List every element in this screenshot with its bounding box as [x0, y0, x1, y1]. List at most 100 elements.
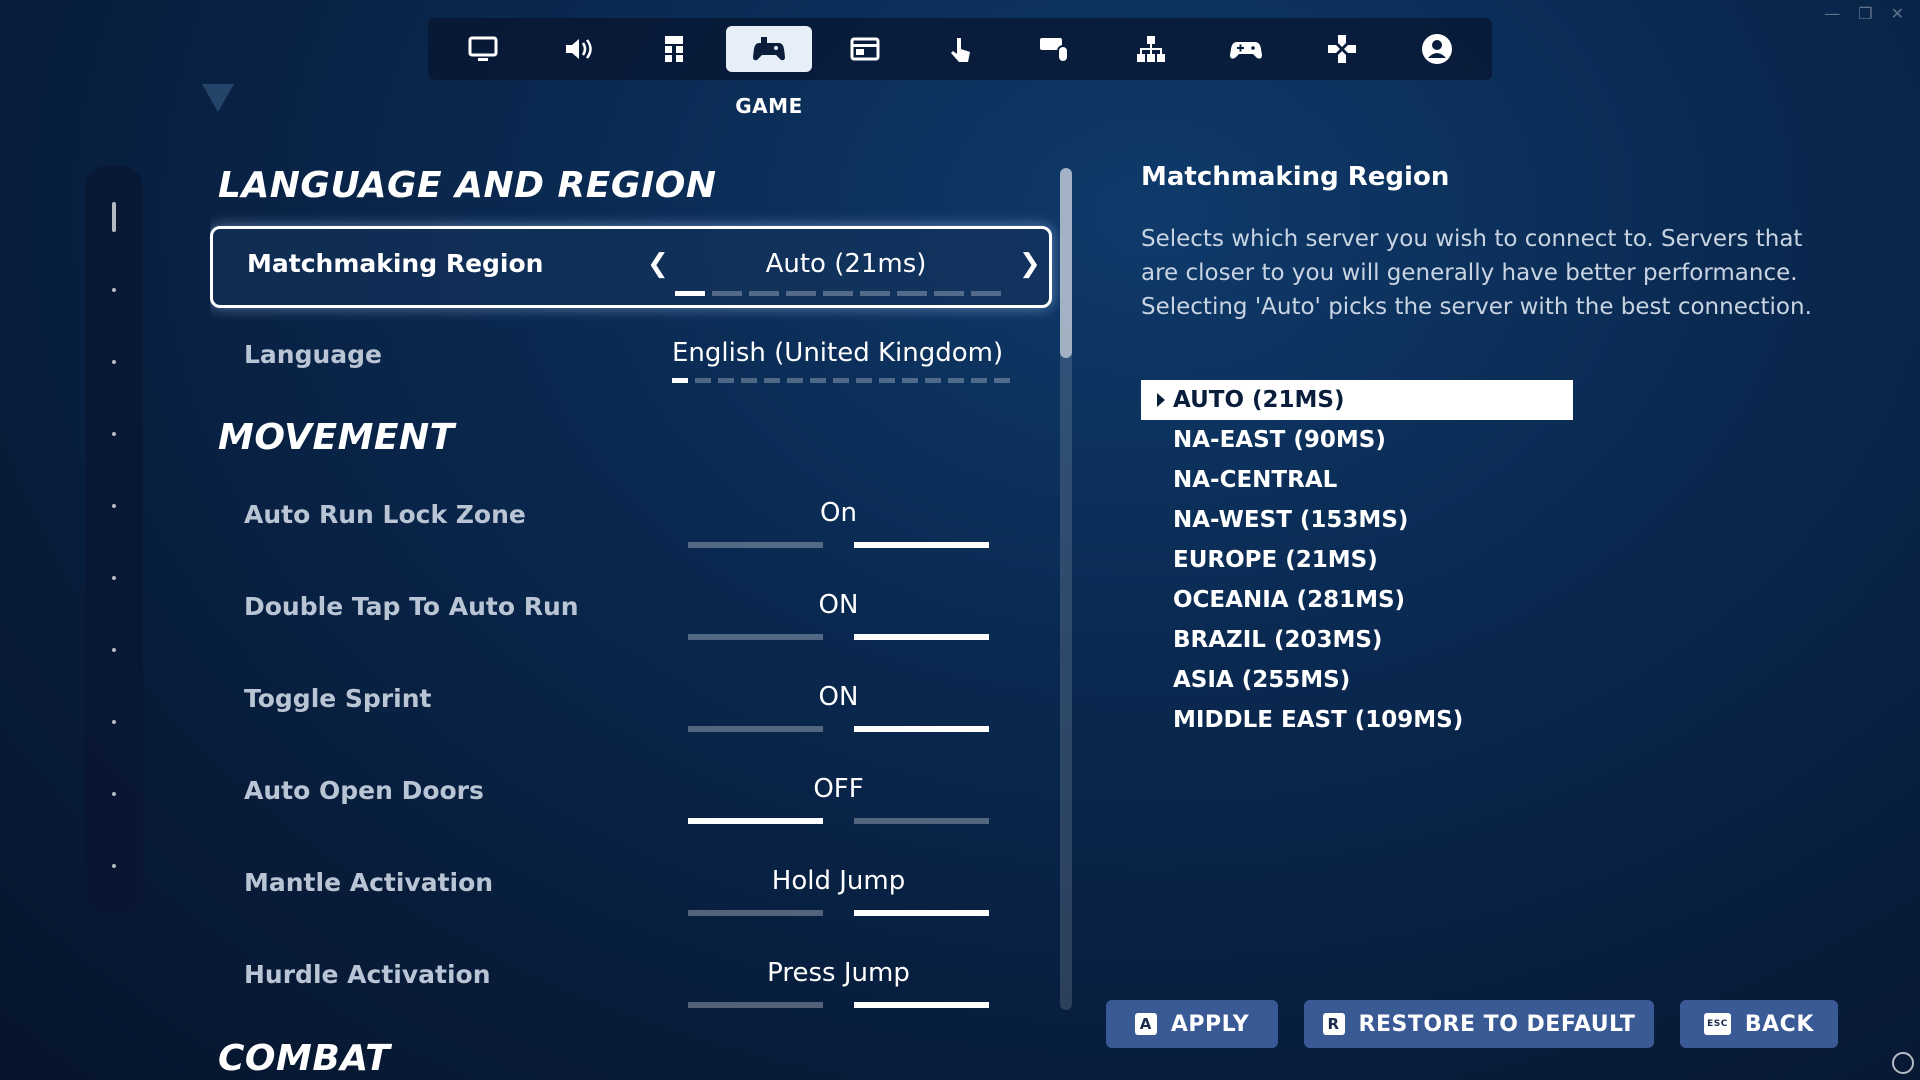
region-option[interactable]: MIDDLE EAST (109MS): [1141, 700, 1573, 740]
tick: [712, 291, 742, 296]
setting-label: Auto Run Lock Zone: [244, 500, 526, 529]
rail-dot: [112, 792, 116, 796]
tick: [860, 291, 890, 296]
window-controls: — ❐ ✕: [1824, 4, 1904, 23]
region-option[interactable]: AUTO (21MS): [1141, 380, 1573, 420]
tick: [786, 291, 816, 296]
setting-label: Mantle Activation: [244, 868, 494, 897]
tab-video[interactable]: [440, 26, 526, 72]
toggle-indicator: [688, 1002, 989, 1008]
setting-matchmaking-region[interactable]: Matchmaking Region ❮ Auto (21ms) ❯: [210, 226, 1052, 308]
settings-tab-bar: [428, 18, 1492, 80]
setting-double-tap-auto-run[interactable]: Double Tap To Auto Run ON: [210, 570, 1052, 652]
region-option[interactable]: NA-CENTRAL: [1141, 460, 1573, 500]
keyboard-mouse-icon: [1040, 38, 1070, 63]
tab-dpad[interactable]: [1299, 26, 1385, 72]
key-hint-a: A: [1134, 1013, 1157, 1035]
tab-accessibility[interactable]: [631, 26, 717, 72]
tick: [810, 378, 826, 383]
restore-icon[interactable]: ❐: [1858, 4, 1872, 23]
tick: [948, 378, 964, 383]
tab-audio[interactable]: [535, 26, 621, 72]
tick: [764, 378, 780, 383]
setting-toggle-sprint[interactable]: Toggle Sprint ON: [210, 662, 1052, 744]
setting-label: Language: [244, 340, 383, 369]
toggle-off-segment: [688, 634, 823, 640]
tab-hud[interactable]: [822, 26, 908, 72]
bg-triangle: [202, 84, 234, 112]
toggle-off-segment: [688, 1002, 823, 1008]
region-option[interactable]: OCEANIA (281MS): [1141, 580, 1573, 620]
tick: [971, 291, 1001, 296]
toggle-on-segment: [854, 818, 989, 824]
section-title-combat: COMBAT: [218, 1038, 391, 1079]
setting-mantle-activation[interactable]: Mantle Activation Hold Jump: [210, 846, 1052, 928]
rail-dot: [112, 288, 116, 292]
setting-label: Matchmaking Region: [247, 249, 544, 278]
key-hint-r: R: [1322, 1013, 1345, 1035]
close-icon[interactable]: ✕: [1891, 4, 1904, 23]
active-tab-label: GAME: [735, 94, 803, 118]
settings-corner-icon[interactable]: [1892, 1052, 1914, 1074]
section-title-language-region: LANGUAGE AND REGION: [218, 165, 717, 206]
apply-button[interactable]: A APPLY: [1106, 1000, 1278, 1048]
tick-current: [672, 378, 688, 383]
setting-auto-open-doors[interactable]: Auto Open Doors OFF: [210, 754, 1052, 836]
back-label: BACK: [1744, 1011, 1814, 1037]
setting-value: Press Jump: [767, 958, 910, 988]
tick: [741, 378, 757, 383]
dpad-icon: [1327, 35, 1356, 63]
setting-value: Hold Jump: [771, 866, 906, 896]
section-rail[interactable]: [85, 166, 143, 916]
option-position-indicator: [672, 378, 1010, 383]
setting-label: Toggle Sprint: [244, 684, 432, 713]
chevron-right-icon[interactable]: ❯: [1019, 249, 1041, 279]
restore-default-button[interactable]: R RESTORE TO DEFAULT: [1304, 1000, 1654, 1048]
tick: [787, 378, 803, 383]
setting-value: On: [820, 498, 857, 528]
rail-dot: [112, 432, 116, 436]
toggle-off-segment: [688, 726, 823, 732]
tick: [897, 291, 927, 296]
settings-scrollbar[interactable]: [1060, 168, 1072, 1010]
gamepad-icon: [1230, 42, 1263, 59]
accessibility-icon: [664, 36, 683, 62]
setting-value: English (United Kingdom)): [672, 338, 1002, 368]
toggle-on-segment: [854, 1002, 989, 1008]
region-option[interactable]: NA-WEST (153MS): [1141, 500, 1573, 540]
region-option[interactable]: NA-EAST (90MS): [1141, 420, 1573, 460]
network-icon: [1136, 36, 1165, 62]
settings-list: LANGUAGE AND REGION Matchmaking Region ❮…: [210, 160, 1070, 1080]
toggle-off-segment: [688, 542, 823, 548]
setting-hurdle-activation[interactable]: Hurdle Activation Press Jump: [210, 938, 1052, 1020]
tab-account[interactable]: [1394, 26, 1480, 72]
game-controller-icon: [753, 37, 786, 61]
region-option[interactable]: EUROPE (21MS): [1141, 540, 1573, 580]
tab-touch[interactable]: [917, 26, 1003, 72]
toggle-on-segment: [854, 542, 989, 548]
toggle-indicator: [688, 634, 989, 640]
region-option[interactable]: BRAZIL (203MS): [1141, 620, 1573, 660]
setting-auto-run-lock-zone[interactable]: Auto Run Lock Zone On: [210, 478, 1052, 560]
minimize-icon[interactable]: —: [1824, 4, 1840, 23]
tab-controller[interactable]: [1203, 26, 1289, 72]
detail-title: Matchmaking Region: [1141, 162, 1450, 192]
tab-network[interactable]: [1108, 26, 1194, 72]
account-icon: [1421, 34, 1452, 64]
setting-value: ON: [818, 590, 859, 620]
chevron-left-icon[interactable]: ❮: [647, 249, 669, 279]
rail-dot: [112, 864, 116, 868]
region-option[interactable]: ASIA (255MS): [1141, 660, 1573, 700]
setting-language[interactable]: Language English (United Kingdom)): [210, 318, 1052, 400]
toggle-off-segment: [688, 818, 823, 824]
setting-value: OFF: [813, 774, 864, 804]
tab-game[interactable]: [726, 26, 813, 72]
tick: [695, 378, 711, 383]
scrollbar-thumb[interactable]: [1060, 168, 1072, 358]
toggle-on-segment: [854, 634, 989, 640]
back-button[interactable]: ESC BACK: [1680, 1000, 1838, 1048]
monitor-icon: [468, 36, 498, 61]
toggle-indicator: [688, 726, 989, 732]
tab-keyboard-mouse[interactable]: [1012, 26, 1098, 72]
setting-label: Auto Open Doors: [244, 776, 484, 805]
